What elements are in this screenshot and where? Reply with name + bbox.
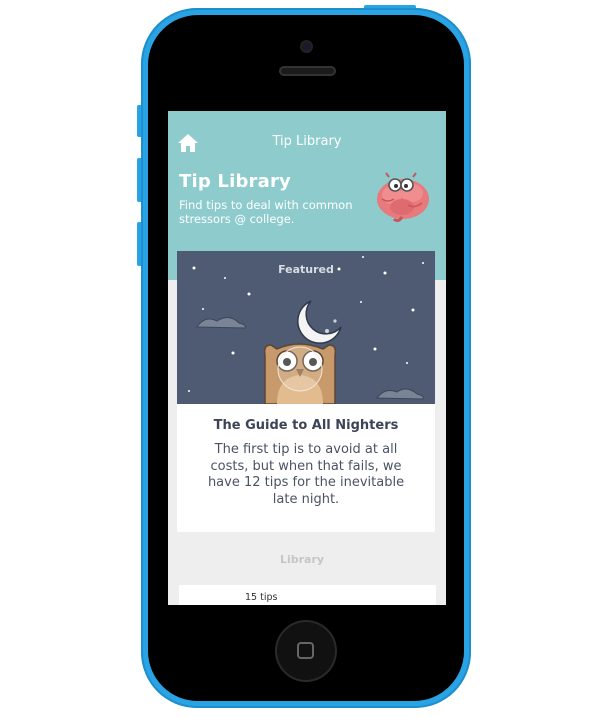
brain-with-glasses-icon: [377, 172, 429, 223]
page-subtitle: Find tips to deal with common stressors …: [179, 198, 353, 226]
featured-card[interactable]: Featured The Guide to All Nighters The f…: [177, 251, 435, 532]
library-item-count: 15 tips: [245, 592, 278, 603]
featured-title: The Guide to All Nighters: [213, 418, 399, 433]
earpiece-speaker: [279, 66, 336, 76]
device-home-button[interactable]: [277, 622, 335, 680]
featured-label: Featured: [278, 263, 334, 276]
nav-title: Tip Library: [272, 134, 342, 149]
page-title: Tip Library: [179, 171, 291, 192]
featured-illustration: Featured: [177, 251, 435, 404]
featured-description: The first tip is to avoid at all costs, …: [207, 442, 405, 507]
front-camera: [302, 42, 311, 51]
app-screen: Tip Library Tip Library Find tips to dea…: [168, 111, 446, 605]
library-section-label: Library: [279, 553, 325, 566]
library-item[interactable]: 15 tips: [179, 585, 436, 605]
